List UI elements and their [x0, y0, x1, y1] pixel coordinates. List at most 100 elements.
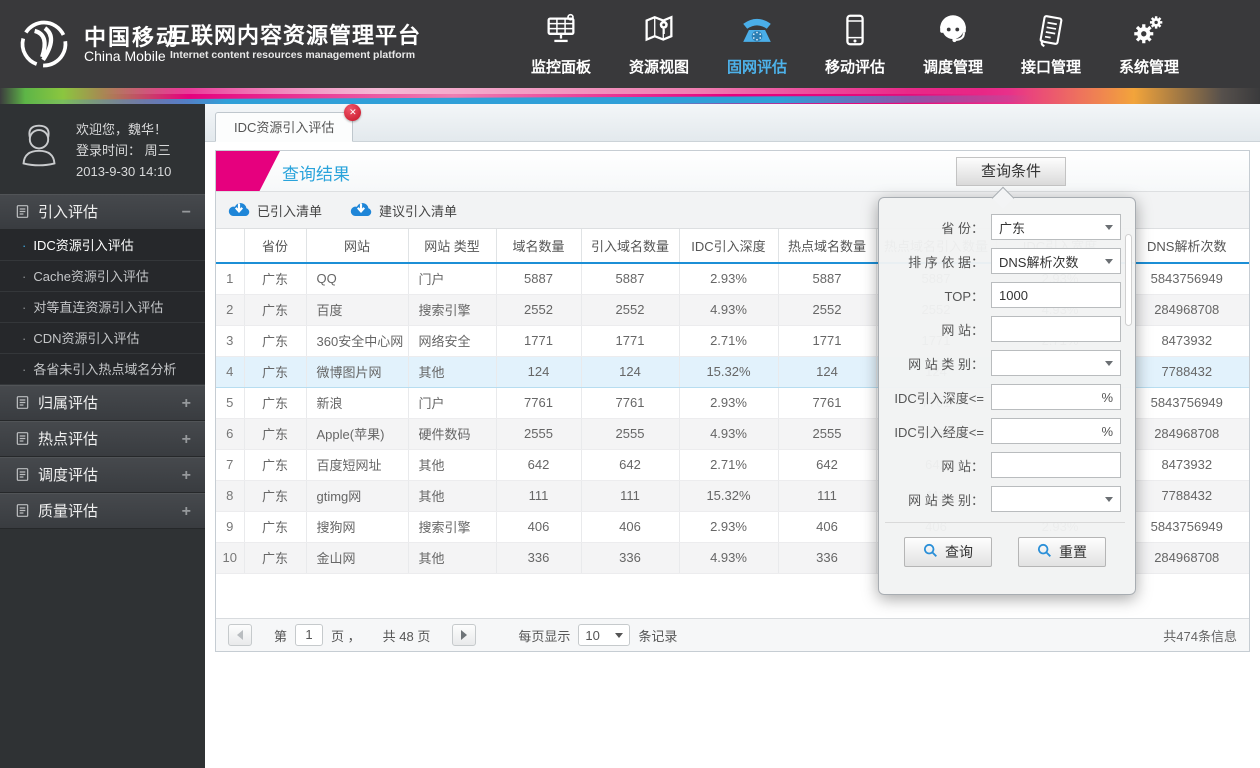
- top-input[interactable]: 1000: [991, 282, 1121, 308]
- sidebar-section-2[interactable]: 归属评估 +: [0, 385, 205, 421]
- next-page-button[interactable]: [452, 624, 477, 646]
- cell: 9: [216, 511, 244, 543]
- minus-icon: −: [181, 204, 191, 221]
- sidebar-item-1-3[interactable]: · 对等直连资源引入评估: [0, 292, 205, 323]
- query-condition-button[interactable]: 查询条件: [956, 157, 1066, 186]
- top-header: 中国移动 China Mobile 互联网内容资源管理平台 Internet c…: [0, 0, 1260, 88]
- popup-field: TOP： 1000: [887, 282, 1121, 308]
- doc-icon: [15, 460, 30, 481]
- cell: 5843756949: [1123, 511, 1249, 543]
- sidebar-item-1-4[interactable]: · CDN资源引入评估: [0, 323, 205, 354]
- bullet-icon: ·: [22, 331, 27, 346]
- cell: 1771: [580, 325, 679, 357]
- nav-item-5[interactable]: 调度管理: [904, 0, 1002, 88]
- field-label: 排 序 依 据：: [908, 254, 984, 270]
- cell: 广东: [243, 325, 306, 357]
- query-button[interactable]: 查询: [904, 537, 992, 567]
- button-label: 查询: [945, 544, 973, 560]
- cell: 广东: [243, 418, 306, 450]
- field-label: IDC引入深度<=: [894, 390, 984, 406]
- sidebar-section-items: · IDC资源引入评估 · Cache资源引入评估 · 对等直连资源引入评估 · CDN资源引…: [0, 230, 205, 385]
- sidebar-section-label: 热点评估: [38, 431, 99, 448]
- cloud-download-icon: [350, 201, 372, 220]
- doc-icon: [15, 388, 30, 409]
- chevron-down-icon: [1105, 496, 1113, 502]
- cell: 百度: [305, 294, 408, 326]
- phone-icon: [708, 11, 806, 53]
- nav-item-3[interactable]: 固网评估: [708, 0, 806, 88]
- panel-header: 查询结果 查询条件: [216, 151, 1249, 191]
- chevron-down-icon: [1105, 258, 1113, 264]
- cell: 8473932: [1123, 449, 1249, 481]
- popup-field: IDC引入经度<=%: [887, 418, 1121, 444]
- sidebar-item-1-2[interactable]: · Cache资源引入评估: [0, 261, 205, 292]
- website-type-select-2[interactable]: [991, 486, 1121, 512]
- cell: 2552: [495, 294, 581, 326]
- nav-item-6[interactable]: 接口管理: [1002, 0, 1100, 88]
- total-records: 共474条信息: [1163, 628, 1237, 644]
- website-input-2[interactable]: [991, 452, 1121, 478]
- cell: 4.93%: [678, 418, 778, 450]
- cell: 2555: [777, 418, 876, 450]
- cell: 其他: [407, 480, 496, 512]
- popup-scrollbar-thumb[interactable]: [1125, 234, 1132, 326]
- cell: 门户: [407, 263, 496, 295]
- prev-page-button[interactable]: [228, 624, 252, 646]
- nav-item-4[interactable]: 移动评估: [806, 0, 904, 88]
- cell: 门户: [407, 387, 496, 419]
- popup-field: 网 站：: [887, 316, 1121, 342]
- sidebar-section-1[interactable]: 引入评估 −: [0, 194, 205, 230]
- chevron-down-icon: [1105, 360, 1113, 366]
- idc-longitude-input[interactable]: %: [991, 418, 1121, 444]
- sidebar-section-3[interactable]: 热点评估 +: [0, 421, 205, 457]
- cell: 10: [216, 542, 244, 574]
- per-page-suffix: 条记录: [638, 628, 678, 644]
- cell: 2.71%: [678, 449, 778, 481]
- pagination-bar: 第 1 页 ， 共 48 页 每页显示 10 条记录 共474条信息: [216, 618, 1249, 651]
- sidebar-item-1-5[interactable]: · 各省未引入热点域名分析: [0, 354, 205, 385]
- cell: 硬件数码: [407, 418, 496, 450]
- sidebar-section-label: 调度评估: [38, 467, 99, 484]
- toolbar-button-1[interactable]: 已引入清单: [228, 201, 322, 220]
- nav-item-label: 资源视图: [628, 59, 689, 76]
- user-info: 欢迎您，魏华！ 登录时间： 周三 2013-9-30 14:10: [0, 104, 205, 194]
- toolbar-button-2[interactable]: 建议引入清单: [350, 201, 457, 220]
- cell: 2.93%: [678, 511, 778, 543]
- sidebar-section-4[interactable]: 调度评估 +: [0, 457, 205, 493]
- percent-unit: %: [1101, 423, 1113, 439]
- total-pages: 共 48 页: [382, 628, 431, 644]
- button-label: 重置: [1059, 544, 1087, 560]
- sidebar-section-label: 引入评估: [38, 204, 99, 221]
- nav-item-2[interactable]: 资源视图: [610, 0, 708, 88]
- nav-item-1[interactable]: 监控面板: [512, 0, 610, 88]
- tab-idc-evaluation[interactable]: IDC资源引入评估 ✕: [215, 104, 362, 142]
- idc-depth-input[interactable]: %: [991, 384, 1121, 410]
- per-page-select[interactable]: 10: [578, 624, 631, 646]
- popup-field: 省 份： 广东: [887, 214, 1121, 240]
- cell: 5887: [580, 263, 679, 295]
- page-suffix: 页 ，: [331, 628, 361, 644]
- website-type-select[interactable]: [991, 350, 1121, 376]
- cell: 网络安全: [407, 325, 496, 357]
- cell: 1771: [495, 325, 581, 357]
- website-input[interactable]: [991, 316, 1121, 342]
- cell: 6: [216, 418, 244, 450]
- cell: 1771: [777, 325, 876, 357]
- doc-icon: [15, 496, 30, 517]
- nav-item-7[interactable]: 系统管理: [1100, 0, 1198, 88]
- tab-close-icon[interactable]: ✕: [344, 104, 362, 121]
- province-select[interactable]: 广东: [991, 214, 1121, 240]
- cell: 7761: [495, 387, 581, 419]
- doc-icon: [15, 197, 30, 218]
- sidebar-section-5[interactable]: 质量评估 +: [0, 493, 205, 529]
- bullet-icon: ·: [22, 269, 27, 284]
- nav-item-label: 系统管理: [1118, 59, 1179, 76]
- bullet-icon: ·: [22, 362, 27, 377]
- page-number-input[interactable]: 1: [295, 624, 324, 646]
- sort-by-select[interactable]: DNS解析次数: [991, 248, 1121, 274]
- sidebar-item-1-1[interactable]: · IDC资源引入评估: [0, 230, 205, 261]
- cell: 2552: [777, 294, 876, 326]
- notes-icon: [1002, 11, 1100, 53]
- reset-button[interactable]: 重置: [1018, 537, 1106, 567]
- cell: 4: [216, 355, 244, 388]
